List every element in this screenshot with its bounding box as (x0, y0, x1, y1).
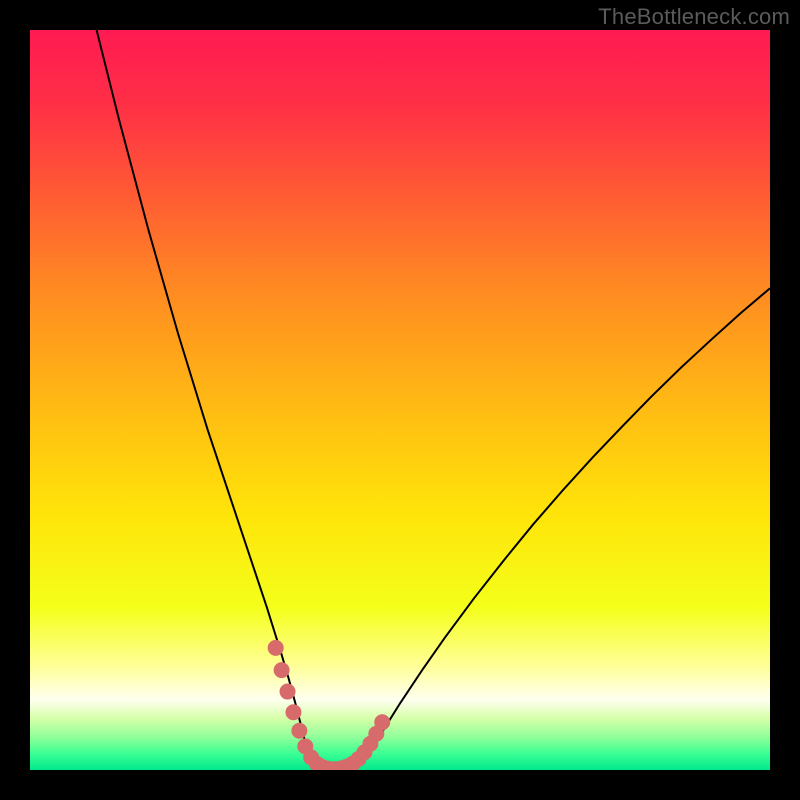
marker-dot (286, 705, 301, 720)
marker-dot (274, 663, 289, 678)
watermark-text: TheBottleneck.com (598, 4, 790, 30)
marker-dot (375, 715, 390, 730)
bottom-markers (268, 640, 390, 770)
chart-frame: TheBottleneck.com (0, 0, 800, 800)
plot-area (30, 30, 770, 770)
marker-dot (280, 684, 295, 699)
marker-dot (292, 723, 307, 738)
bottleneck-curve (30, 30, 770, 770)
curve-line (97, 30, 770, 770)
marker-dot (268, 640, 283, 655)
